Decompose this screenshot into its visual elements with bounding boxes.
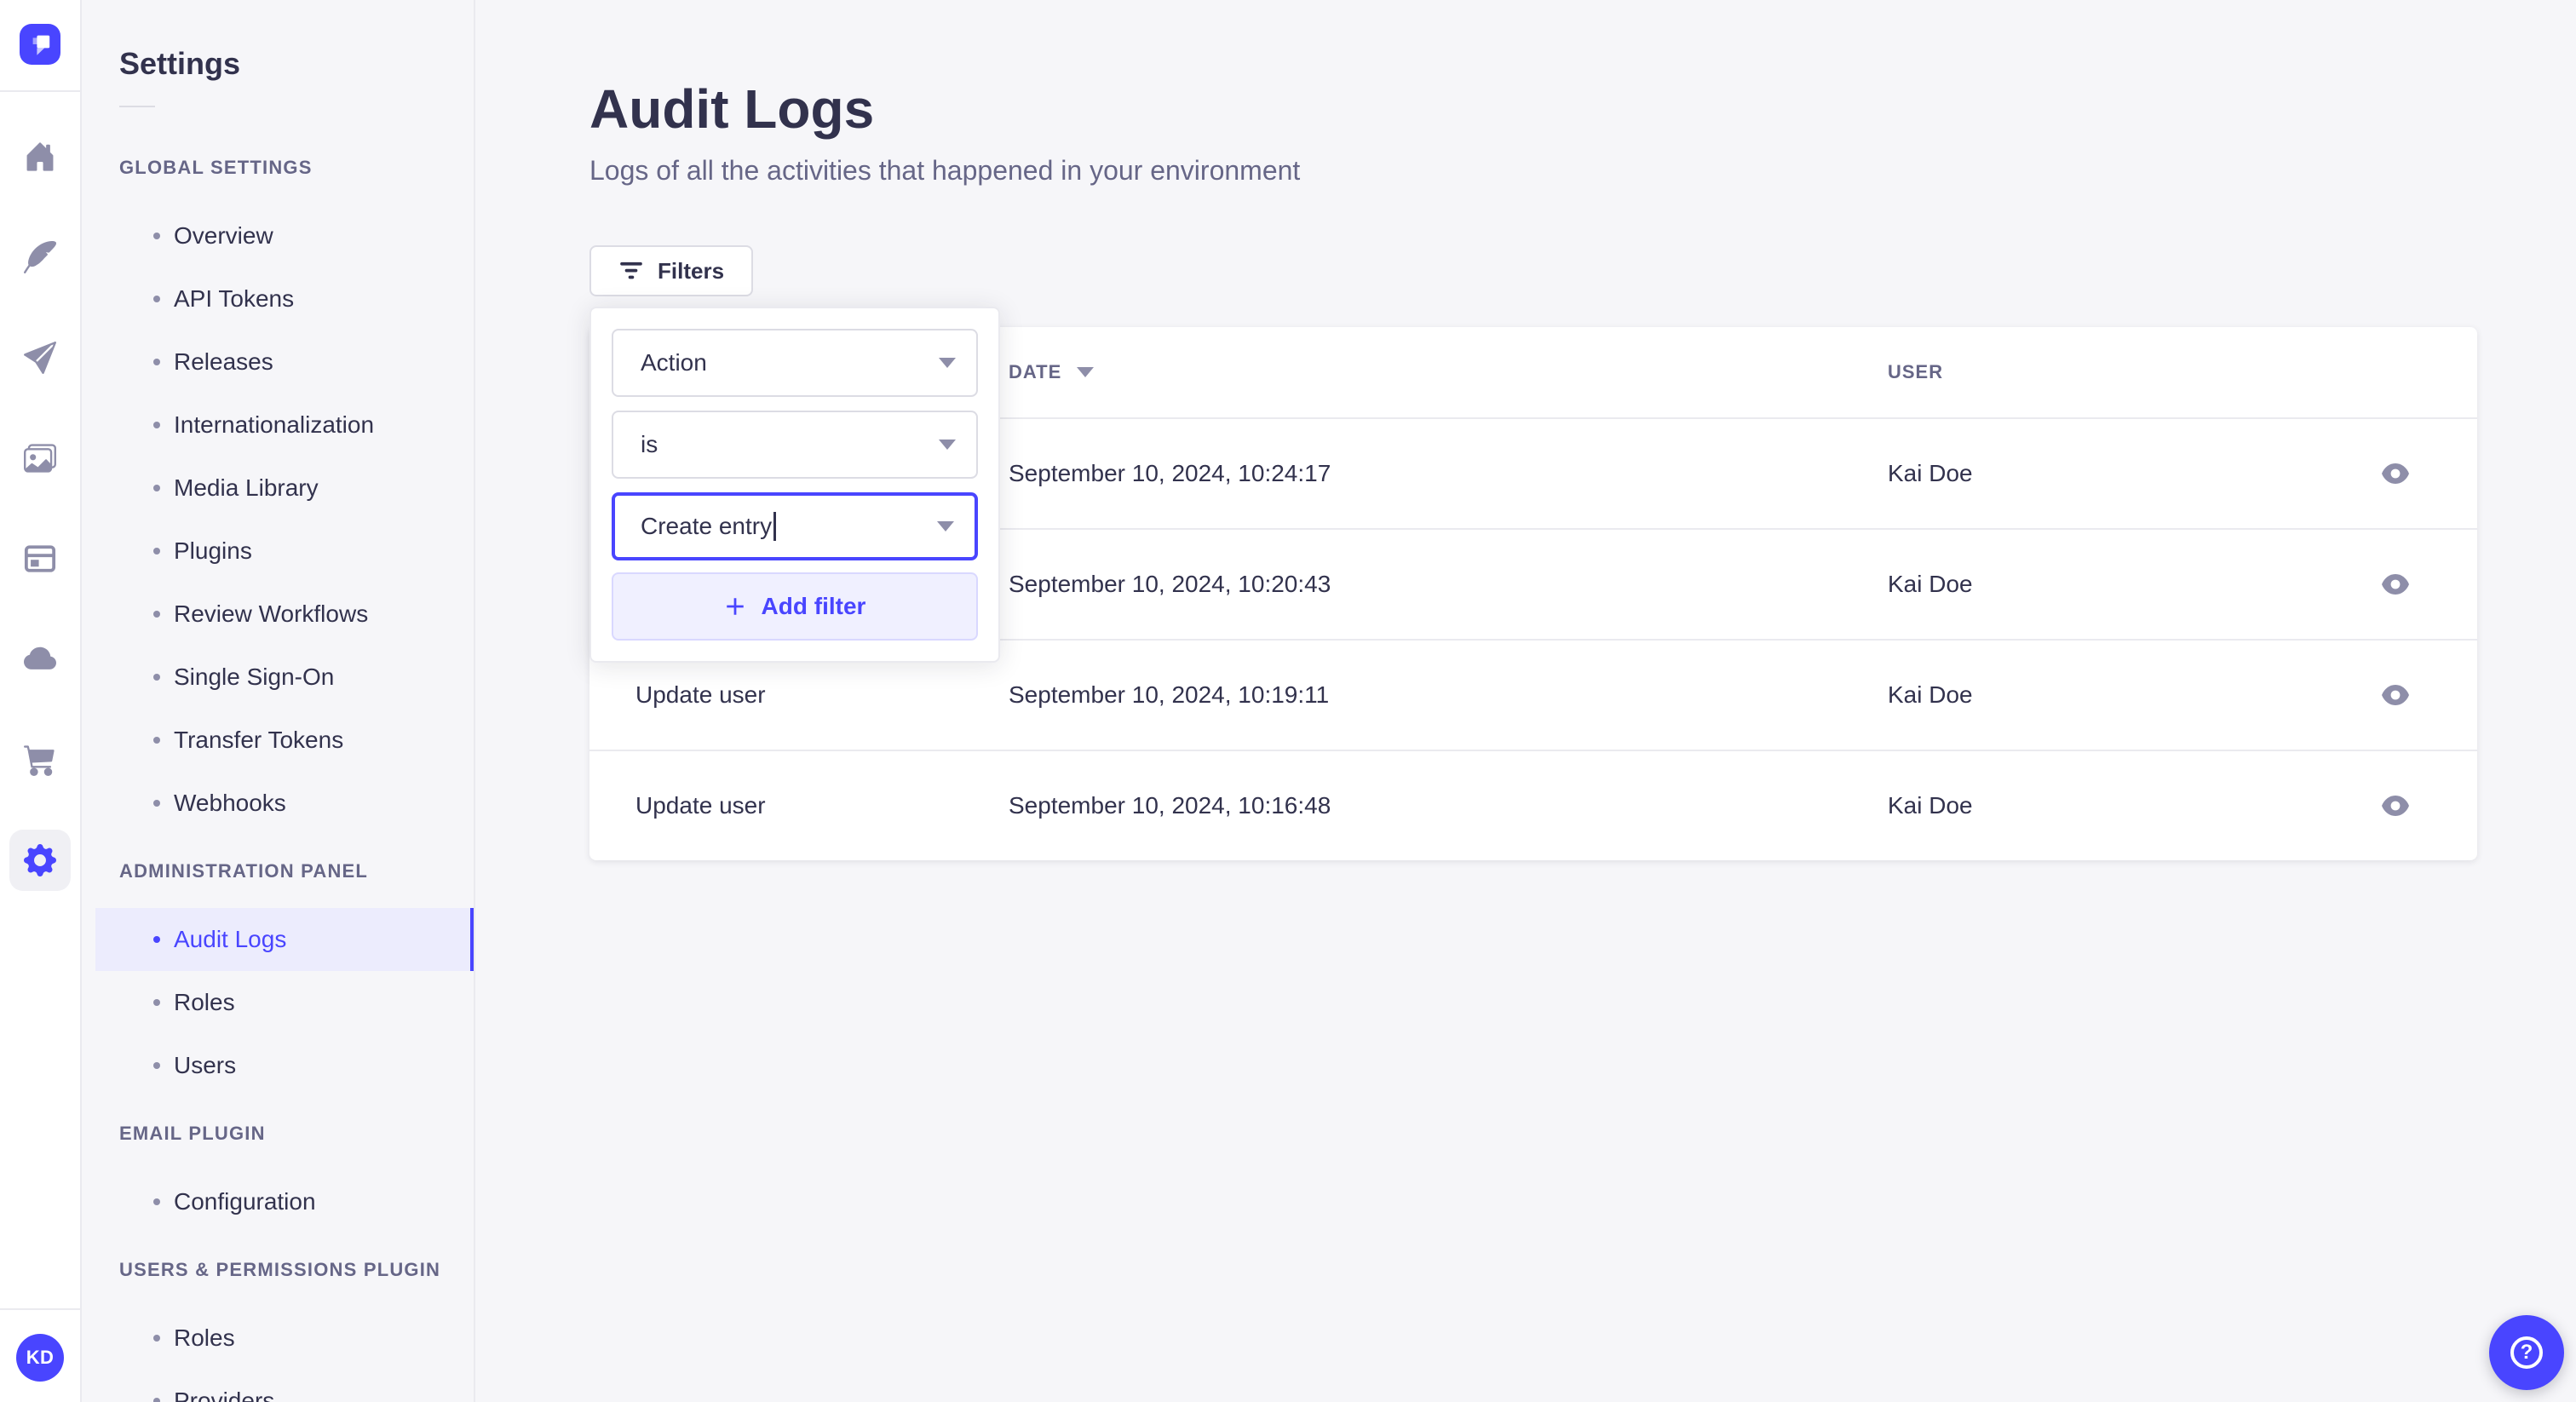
- view-log-button[interactable]: [2375, 457, 2416, 491]
- app-root: KD Settings GLOBAL SETTINGS Overview API…: [0, 0, 2576, 1402]
- content-builder-feather-icon[interactable]: [9, 227, 71, 288]
- filter-field-value: Action: [641, 349, 707, 376]
- filter-value-combobox[interactable]: Create entry: [612, 492, 978, 560]
- sidebar-item-up-providers[interactable]: Providers: [95, 1370, 474, 1402]
- filters-button[interactable]: Filters: [589, 245, 754, 296]
- section-header-email-plugin: EMAIL PLUGIN: [119, 1123, 266, 1144]
- section-header-users-permissions-plugin: USERS & PERMISSIONS PLUGIN: [119, 1259, 441, 1280]
- user-avatar[interactable]: KD: [16, 1334, 64, 1382]
- sidebar-item-email-configuration[interactable]: Configuration: [95, 1170, 474, 1233]
- chevron-down-icon: [939, 440, 956, 450]
- eye-icon: [2382, 463, 2409, 484]
- sidebar-item-transfer-tokens[interactable]: Transfer Tokens: [95, 709, 474, 772]
- cell-user: Kai Doe: [1888, 460, 1973, 486]
- deploy-send-icon[interactable]: [9, 327, 71, 388]
- filters-button-label: Filters: [658, 257, 725, 284]
- column-header-date[interactable]: DATE: [1009, 361, 1888, 383]
- settings-nav: GLOBAL SETTINGS Overview API Tokens Rele…: [82, 131, 474, 1402]
- rail-icon-list: [9, 126, 71, 891]
- strapi-logo[interactable]: [20, 24, 60, 65]
- sidebar-item-webhooks[interactable]: Webhooks: [95, 772, 474, 835]
- cell-user: Kai Doe: [1888, 792, 1973, 819]
- filter-field-select[interactable]: Action: [612, 329, 978, 397]
- filter-popover: Action is Create entry Add filter: [589, 307, 1000, 663]
- filter-operator-select[interactable]: is: [612, 411, 978, 479]
- sidebar-item-single-sign-on[interactable]: Single Sign-On: [95, 646, 474, 709]
- home-icon[interactable]: [9, 126, 71, 187]
- sidebar-item-admin-users[interactable]: Users: [95, 1034, 474, 1097]
- cell-user: Kai Doe: [1888, 571, 1973, 597]
- add-filter-label: Add filter: [761, 593, 866, 619]
- cell-date: September 10, 2024, 10:16:48: [1009, 792, 1331, 819]
- sidebar-item-releases[interactable]: Releases: [95, 330, 474, 394]
- sidebar-title-divider: [119, 106, 155, 107]
- strapi-logo-icon: [32, 35, 50, 55]
- settings-gear-icon[interactable]: [9, 830, 71, 891]
- cell-date: September 10, 2024, 10:20:43: [1009, 571, 1331, 597]
- sidebar-item-api-tokens[interactable]: API Tokens: [95, 267, 474, 330]
- sidebar-item-media-library[interactable]: Media Library: [95, 457, 474, 520]
- plus-icon: [726, 598, 744, 615]
- main-content: Audit Logs Logs of all the activities th…: [475, 0, 2576, 1402]
- question-mark-icon: ?: [2510, 1336, 2543, 1369]
- filter-operator-value: is: [641, 431, 658, 457]
- sidebar-item-admin-roles[interactable]: Roles: [95, 971, 474, 1034]
- column-header-user[interactable]: USER: [1888, 361, 2314, 383]
- cell-user: Kai Doe: [1888, 681, 1973, 708]
- table-row[interactable]: Update user September 10, 2024, 10:16:48…: [589, 750, 2477, 860]
- rail-divider: [0, 90, 81, 92]
- sidebar-item-internationalization[interactable]: Internationalization: [95, 394, 474, 457]
- rail-bottom: KD: [0, 1308, 81, 1402]
- sidebar-item-plugins[interactable]: Plugins: [95, 520, 474, 583]
- cell-date: September 10, 2024, 10:19:11: [1009, 681, 1330, 708]
- sidebar-item-overview[interactable]: Overview: [95, 204, 474, 267]
- marketplace-cart-icon[interactable]: [9, 729, 71, 790]
- page-subtitle: Logs of all the activities that happened…: [589, 155, 1301, 186]
- media-library-images-icon[interactable]: [9, 428, 71, 489]
- filter-icon: [620, 261, 642, 279]
- content-manager-layout-icon[interactable]: [9, 528, 71, 589]
- rail-bottom-divider: [0, 1308, 81, 1310]
- sidebar-item-audit-logs[interactable]: Audit Logs: [95, 908, 474, 971]
- cell-action: Update user: [635, 681, 766, 708]
- view-log-button[interactable]: [2375, 567, 2416, 601]
- section-header-global-settings: GLOBAL SETTINGS: [119, 157, 313, 178]
- eye-icon: [2382, 796, 2409, 816]
- filter-value-text: Create entry: [641, 513, 773, 539]
- cell-date: September 10, 2024, 10:24:17: [1009, 460, 1331, 486]
- add-filter-button[interactable]: Add filter: [612, 572, 978, 641]
- nav-rail: KD: [0, 0, 82, 1402]
- section-header-administration-panel: ADMINISTRATION PANEL: [119, 860, 369, 882]
- sort-desc-icon: [1077, 367, 1095, 377]
- eye-icon: [2382, 574, 2409, 595]
- cloud-icon[interactable]: [9, 629, 71, 690]
- sidebar-item-up-roles[interactable]: Roles: [95, 1307, 474, 1370]
- view-log-button[interactable]: [2375, 678, 2416, 712]
- settings-sidebar: Settings GLOBAL SETTINGS Overview API To…: [82, 0, 475, 1402]
- help-button[interactable]: ?: [2489, 1315, 2564, 1390]
- eye-icon: [2382, 685, 2409, 705]
- chevron-down-icon: [937, 521, 954, 531]
- page-title: Audit Logs: [589, 78, 875, 140]
- sidebar-item-review-workflows[interactable]: Review Workflows: [95, 583, 474, 646]
- view-log-button[interactable]: [2375, 789, 2416, 823]
- chevron-down-icon: [939, 358, 956, 368]
- cell-action: Update user: [635, 792, 766, 819]
- sidebar-title: Settings: [119, 46, 241, 81]
- text-cursor: [773, 512, 777, 541]
